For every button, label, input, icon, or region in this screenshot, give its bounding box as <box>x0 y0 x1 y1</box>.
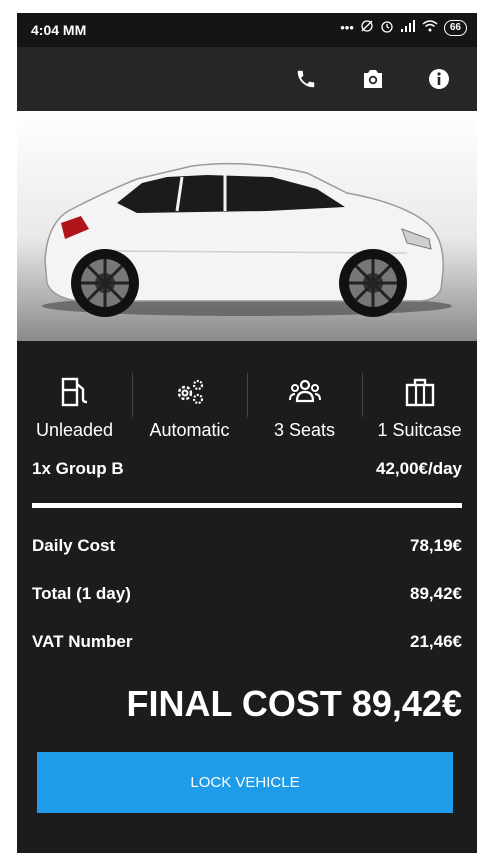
gears-icon <box>177 379 203 405</box>
info-icon[interactable] <box>425 65 453 93</box>
final-cost: FINAL COST 89,42€ <box>126 683 462 724</box>
cost-row-daily: Daily Cost 78,19€ <box>32 536 462 556</box>
battery-icon: 66 <box>443 19 467 36</box>
feature-label: Automatic <box>149 420 230 440</box>
group-label: 1x Group B <box>32 459 124 478</box>
feature-label: Unleaded <box>35 420 114 440</box>
status-bar: 4:04 MM ••• 66 <box>17 13 477 47</box>
camera-icon[interactable] <box>359 65 387 93</box>
cost-row-vat: VAT Number 21,46€ <box>32 632 462 652</box>
lock-vehicle-button[interactable]: LOCK VEHICLE <box>37 752 453 813</box>
group-price: 42,00€/day <box>375 459 462 478</box>
wifi-icon <box>422 20 438 35</box>
status-time: 4:04 MM <box>31 22 87 38</box>
divider <box>32 503 462 508</box>
alarm-off-icon <box>360 19 374 36</box>
cost-label: VAT Number <box>32 632 133 651</box>
cost-value: 89,42€ <box>410 584 462 603</box>
feature-label: 1 Suitcase <box>377 420 462 440</box>
phone-icon[interactable] <box>292 65 320 93</box>
feature-seats: 3 Seats <box>247 373 362 448</box>
fuel-pump-icon <box>61 377 87 407</box>
app-bar <box>17 47 477 111</box>
cost-value: 21,46€ <box>410 632 462 651</box>
cost-value: 78,19€ <box>410 536 462 555</box>
feature-transmission: Automatic <box>132 373 247 448</box>
status-icons: ••• 66 <box>340 19 467 36</box>
cost-row-total: Total (1 day) 89,42€ <box>32 584 462 604</box>
people-icon <box>288 379 321 403</box>
signal-icon <box>400 20 416 35</box>
feature-label: 3 Seats <box>273 420 336 440</box>
car-image <box>17 111 477 341</box>
cost-label: Daily Cost <box>32 536 116 555</box>
suitcase-icon <box>405 378 434 407</box>
alarm-icon <box>380 19 394 36</box>
app-screen: 4:04 MM ••• 66 Unleaded Automatic 3 Seat… <box>17 13 477 853</box>
features-row: Unleaded Automatic 3 Seats 1 Suitcase <box>17 373 477 448</box>
cost-label: Total (1 day) <box>32 584 131 603</box>
dots-icon: ••• <box>340 20 354 35</box>
feature-fuel: Unleaded <box>17 373 132 448</box>
feature-luggage: 1 Suitcase <box>362 373 477 448</box>
group-row: 1x Group B 42,00€/day <box>32 459 462 479</box>
